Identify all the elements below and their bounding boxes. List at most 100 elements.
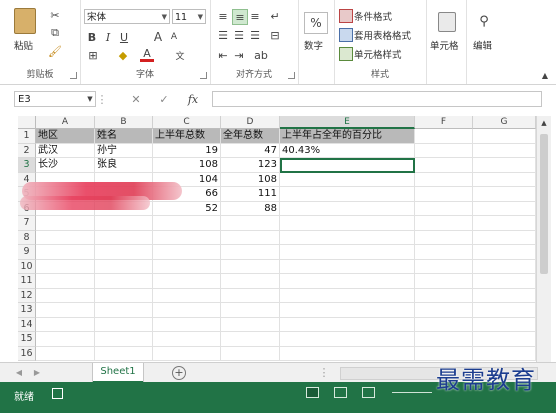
cell-G2[interactable]: [473, 143, 536, 158]
cell-A13[interactable]: [36, 303, 95, 318]
vertical-scrollbar[interactable]: ▲: [536, 116, 551, 362]
row-header-13[interactable]: 13: [18, 303, 36, 318]
cell-D15[interactable]: [221, 332, 280, 347]
cell-E12[interactable]: [280, 288, 415, 303]
cell-A2[interactable]: 武汉: [36, 143, 95, 158]
conditional-format-button[interactable]: 条件格式: [354, 9, 392, 23]
scroll-up-icon[interactable]: ▲: [539, 118, 549, 128]
macro-record-icon[interactable]: [52, 388, 63, 399]
cell-C2[interactable]: 19: [153, 143, 221, 158]
cell-C6[interactable]: 52: [153, 201, 221, 216]
binoculars-icon[interactable]: ⚲: [476, 12, 492, 30]
align-middle-icon[interactable]: ≡: [232, 9, 248, 25]
cell-B11[interactable]: [95, 274, 153, 289]
cell-E10[interactable]: [280, 259, 415, 274]
cell-A7[interactable]: [36, 216, 95, 231]
page-layout-icon[interactable]: [334, 387, 347, 398]
cell-G8[interactable]: [473, 230, 536, 245]
cell-C7[interactable]: [153, 216, 221, 231]
cell-F5[interactable]: [415, 187, 473, 202]
formula-input[interactable]: [212, 91, 542, 107]
cell-C10[interactable]: [153, 259, 221, 274]
cell-D8[interactable]: [221, 230, 280, 245]
row-header-14[interactable]: 14: [18, 317, 36, 332]
cell-E15[interactable]: [280, 332, 415, 347]
row-header-12[interactable]: 12: [18, 288, 36, 303]
cell-D14[interactable]: [221, 317, 280, 332]
cell-D5[interactable]: 111: [221, 187, 280, 202]
orientation-icon[interactable]: ab: [254, 48, 268, 62]
cell-F9[interactable]: [415, 245, 473, 260]
worksheet-grid[interactable]: A B C D E F G 12345678910111213141516 地区…: [0, 116, 536, 362]
zoom-slider[interactable]: [392, 392, 432, 393]
cell-F13[interactable]: [415, 303, 473, 318]
row-header-7[interactable]: 7: [18, 216, 36, 231]
cell-E4[interactable]: [280, 172, 415, 187]
paste-icon[interactable]: [14, 8, 36, 34]
cell-D2[interactable]: 47: [221, 143, 280, 158]
column-header-b[interactable]: B: [95, 116, 153, 129]
cell-D12[interactable]: [221, 288, 280, 303]
cell-B3[interactable]: 张良: [95, 158, 153, 173]
cell-A8[interactable]: [36, 230, 95, 245]
name-box[interactable]: E3: [14, 91, 96, 107]
active-cell-e3[interactable]: [280, 158, 415, 173]
cell-B16[interactable]: [95, 346, 153, 361]
cell-G1[interactable]: [473, 129, 536, 144]
grow-font-button[interactable]: A: [152, 30, 164, 44]
increase-indent-icon[interactable]: ⇥: [232, 48, 246, 62]
align-right-icon[interactable]: ☰: [248, 28, 262, 42]
bold-button[interactable]: B: [86, 30, 98, 44]
cell-E14[interactable]: [280, 317, 415, 332]
cell-B8[interactable]: [95, 230, 153, 245]
table-header-cell[interactable]: 全年总数: [221, 129, 280, 144]
row-header-9[interactable]: 9: [18, 245, 36, 260]
cell-B13[interactable]: [95, 303, 153, 318]
vertical-scroll-thumb[interactable]: [540, 134, 548, 274]
cell-C3[interactable]: 108: [153, 158, 221, 173]
cell-C8[interactable]: [153, 230, 221, 245]
cell-G11[interactable]: [473, 274, 536, 289]
cell-E2[interactable]: 40.43%: [280, 143, 415, 158]
insert-function-icon[interactable]: fx: [186, 92, 200, 106]
cell-A10[interactable]: [36, 259, 95, 274]
cell-E9[interactable]: [280, 245, 415, 260]
font-size-combo[interactable]: 11 ▼: [172, 9, 206, 24]
cell-G15[interactable]: [473, 332, 536, 347]
cell-F11[interactable]: [415, 274, 473, 289]
cell-styles-button[interactable]: 单元格样式: [354, 47, 402, 61]
font-name-combo[interactable]: 宋体 ▼: [84, 9, 170, 24]
cell-C15[interactable]: [153, 332, 221, 347]
cell-E6[interactable]: [280, 201, 415, 216]
shrink-font-button[interactable]: A: [168, 30, 180, 44]
cell-G14[interactable]: [473, 317, 536, 332]
cell-F8[interactable]: [415, 230, 473, 245]
table-header-cell[interactable]: 上半年总数: [153, 129, 221, 144]
cut-icon[interactable]: ✂: [48, 8, 62, 22]
cell-D11[interactable]: [221, 274, 280, 289]
cell-B12[interactable]: [95, 288, 153, 303]
row-header-11[interactable]: 11: [18, 274, 36, 289]
align-center-icon[interactable]: ☰: [232, 28, 246, 42]
cell-G16[interactable]: [473, 346, 536, 361]
cell-G12[interactable]: [473, 288, 536, 303]
column-header-a[interactable]: A: [36, 116, 95, 129]
align-bottom-icon[interactable]: ≡: [248, 9, 262, 23]
row-header-8[interactable]: 8: [18, 230, 36, 245]
row-header-1[interactable]: 1: [18, 129, 36, 144]
format-as-table-button[interactable]: 套用表格格式: [354, 28, 411, 42]
cell-E8[interactable]: [280, 230, 415, 245]
align-top-icon[interactable]: ≡: [216, 9, 230, 23]
cell-F14[interactable]: [415, 317, 473, 332]
number-format-label[interactable]: 数字: [304, 38, 323, 52]
cell-E11[interactable]: [280, 274, 415, 289]
cell-C13[interactable]: [153, 303, 221, 318]
phonetic-icon[interactable]: 文: [172, 48, 188, 62]
cell-F2[interactable]: [415, 143, 473, 158]
row-header-3[interactable]: 3: [18, 158, 36, 173]
add-sheet-icon[interactable]: +: [172, 366, 186, 380]
cell-A14[interactable]: [36, 317, 95, 332]
cell-A11[interactable]: [36, 274, 95, 289]
row-header-2[interactable]: 2: [18, 143, 36, 158]
font-launcher-icon[interactable]: [200, 72, 207, 79]
